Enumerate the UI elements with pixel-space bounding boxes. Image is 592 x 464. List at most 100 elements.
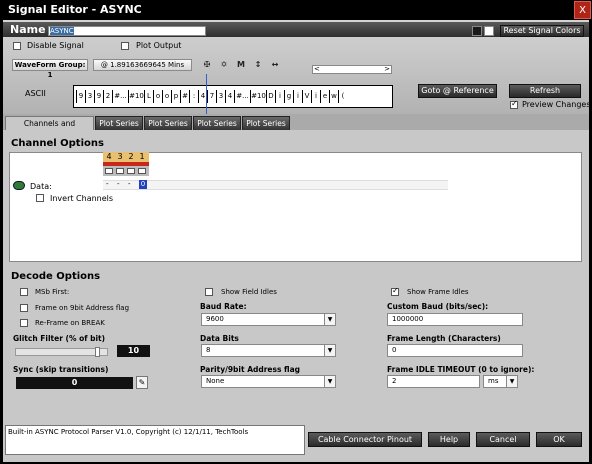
ascii-cell[interactable]: 2 xyxy=(104,90,112,103)
ascii-cell[interactable]: i xyxy=(294,90,302,103)
ascii-cell[interactable]: : xyxy=(190,90,198,103)
data-label: Data: xyxy=(30,182,52,191)
parity-select[interactable]: None ▼ xyxy=(201,375,336,388)
show-frame-idles-checkbox[interactable] xyxy=(391,286,399,296)
ascii-cell[interactable]: #10 xyxy=(129,90,144,103)
ascii-cell[interactable]: 9 xyxy=(95,90,103,103)
ascii-cell[interactable]: p xyxy=(172,90,180,103)
frame-length-label: Frame Length (Characters) xyxy=(387,334,501,343)
custom-baud-input[interactable]: 1000000 xyxy=(387,313,523,326)
ascii-cell[interactable]: V xyxy=(303,90,311,103)
scroll-left-icon[interactable]: < xyxy=(314,65,320,73)
cable-connector-pinout-button[interactable]: Cable Connector Pinout xyxy=(308,432,422,447)
parity-value: None xyxy=(206,377,225,385)
data-bit-1[interactable]: 0 xyxy=(139,180,147,189)
preview-changes-checkbox[interactable] xyxy=(510,99,518,109)
custom-baud-label: Custom Baud (bits/sec): xyxy=(387,302,489,311)
color-swatch-light[interactable] xyxy=(484,26,494,36)
chevron-down-icon: ▼ xyxy=(324,376,335,387)
reset-signal-colors-button[interactable]: Reset Signal Colors xyxy=(500,25,584,37)
tab-plot-series-4[interactable]: Plot Series 4 xyxy=(242,116,290,141)
data-bits-select[interactable]: 8 ▼ xyxy=(201,344,336,357)
ascii-cell[interactable]: 9 xyxy=(77,90,85,103)
tab-plot-series-1[interactable]: Plot Series 1 xyxy=(95,116,143,141)
data-row xyxy=(103,180,448,190)
sync-label: Sync (skip transitions) xyxy=(13,365,109,374)
cancel-button[interactable]: Cancel xyxy=(476,432,530,447)
tab-plot-series-3[interactable]: Plot Series 3 xyxy=(193,116,241,141)
zoom-out-icon[interactable]: ✡ xyxy=(218,59,230,71)
data-bit-3[interactable]: - xyxy=(117,180,123,188)
tab-plot-series-2[interactable]: Plot Series 2 xyxy=(144,116,192,141)
name-input[interactable]: ASYNC xyxy=(48,26,206,36)
fit-icon[interactable]: M xyxy=(235,59,247,71)
channel-1-toggle-icon[interactable] xyxy=(138,168,146,174)
reframe-break-checkbox[interactable] xyxy=(20,319,28,327)
zoom-in-icon[interactable]: ✠ xyxy=(201,59,213,71)
ascii-cell[interactable]: #... xyxy=(113,90,128,103)
ascii-cell[interactable]: 7 xyxy=(208,90,216,103)
ascii-scrollbar[interactable]: < > xyxy=(312,65,392,74)
tab-channels-and-decoding[interactable]: Channels and Decoding xyxy=(5,116,94,141)
stack-icon[interactable]: ↔ xyxy=(269,59,281,71)
name-label: Name xyxy=(10,23,46,36)
ascii-cell[interactable]: e xyxy=(321,90,329,103)
ascii-strip: 9 3 9 2 #... #10 Lo o p #:4 7 3 4 #... #10 Di g i Vi e w( xyxy=(73,85,393,108)
help-button[interactable]: Help xyxy=(428,432,470,447)
channel-2-toggle-icon[interactable] xyxy=(127,168,135,174)
ascii-cell[interactable]: ( xyxy=(339,90,347,103)
ascii-cell[interactable]: 4 xyxy=(226,90,234,103)
ascii-cell[interactable]: #10 xyxy=(251,90,266,103)
channel-4-toggle-icon[interactable] xyxy=(105,168,113,174)
sync-edit-icon[interactable]: ✎ xyxy=(136,376,148,389)
show-field-idles-checkbox[interactable] xyxy=(205,288,213,296)
ascii-cell[interactable]: 3 xyxy=(217,90,225,103)
channel-3-toggle-icon[interactable] xyxy=(116,168,124,174)
frame-length-input[interactable]: 0 xyxy=(387,344,523,357)
ascii-cell[interactable]: o xyxy=(154,90,162,103)
ascii-cell[interactable]: L xyxy=(145,90,153,103)
waveform-group-button[interactable]: WaveForm Group: 1 xyxy=(12,59,88,79)
channel-2-label: 2 xyxy=(128,152,134,161)
ascii-cell[interactable]: D xyxy=(267,90,275,103)
parity-label: Parity/9bit Address flag xyxy=(200,365,301,374)
name-input-value: ASYNC xyxy=(50,27,74,35)
invert-channels-label: Invert Channels xyxy=(50,194,114,203)
msb-first-checkbox[interactable] xyxy=(20,288,28,296)
data-bit-2[interactable]: - xyxy=(128,180,134,188)
glitch-filter-value[interactable]: 10 xyxy=(117,345,150,357)
ascii-cell[interactable]: #... xyxy=(235,90,250,103)
plot-output-checkbox[interactable] xyxy=(121,42,129,50)
ascii-cell[interactable]: 3 xyxy=(86,90,94,103)
glitch-filter-thumb[interactable] xyxy=(95,347,100,357)
copyright-text: Built-in ASYNC Protocol Parser V1.0, Cop… xyxy=(5,425,305,455)
data-bit-4[interactable]: - xyxy=(106,180,112,188)
refresh-button[interactable]: Refresh xyxy=(509,84,581,98)
channel-options-panel xyxy=(9,152,582,262)
frame-idle-input[interactable]: 2 xyxy=(387,375,480,388)
glitch-filter-slider[interactable] xyxy=(15,347,108,357)
sync-value[interactable]: 0 xyxy=(16,377,133,389)
baud-rate-select[interactable]: 9600 ▼ xyxy=(201,313,336,326)
chevron-down-icon: ▼ xyxy=(506,376,517,387)
baud-rate-value: 9600 xyxy=(206,315,224,323)
ascii-cell[interactable]: # xyxy=(181,90,189,103)
ascii-cell[interactable]: i xyxy=(276,90,284,103)
toolbar-icons: ✠ ✡ M ↕ ↔ xyxy=(197,58,287,72)
ascii-cell[interactable]: o xyxy=(163,90,171,103)
disable-signal-checkbox[interactable] xyxy=(13,42,21,50)
show-field-idles-label: Show Field Idles xyxy=(221,288,277,296)
color-swatch-dark[interactable] xyxy=(472,26,482,36)
frame-9bit-checkbox[interactable] xyxy=(20,304,28,312)
ascii-cell[interactable]: i xyxy=(312,90,320,103)
split-icon[interactable]: ↕ xyxy=(252,59,264,71)
ascii-cell[interactable]: g xyxy=(285,90,293,103)
ok-button[interactable]: OK xyxy=(536,432,582,447)
ascii-cell[interactable]: w xyxy=(330,90,338,103)
close-button[interactable]: X xyxy=(574,1,591,19)
frame-idle-unit-select[interactable]: ms ▼ xyxy=(483,375,518,388)
scroll-right-icon[interactable]: > xyxy=(384,65,390,73)
goto-reference-button[interactable]: Goto @ Reference xyxy=(418,84,497,98)
invert-channels-checkbox[interactable] xyxy=(36,194,44,202)
waveform-time-display: @ 1.89163669645 Mins xyxy=(93,59,192,71)
